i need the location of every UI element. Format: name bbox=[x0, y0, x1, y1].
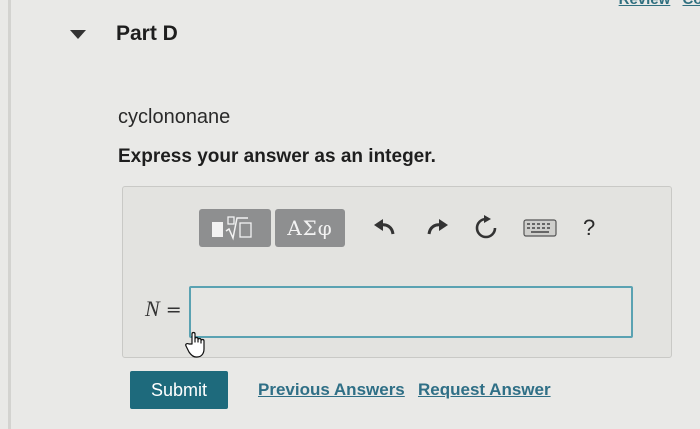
templates-button[interactable] bbox=[199, 209, 271, 247]
reset-icon[interactable] bbox=[473, 215, 499, 241]
equals-sign: = bbox=[159, 299, 182, 321]
help-button[interactable]: ? bbox=[583, 215, 595, 241]
previous-answers-link[interactable]: Previous Answers bbox=[258, 380, 405, 400]
undo-icon[interactable] bbox=[373, 218, 399, 238]
instructions: Express your answer as an integer. bbox=[118, 146, 436, 167]
request-answer-link[interactable]: Request Answer bbox=[418, 380, 551, 400]
part-header: Part D bbox=[70, 22, 178, 46]
left-divider bbox=[8, 0, 11, 429]
submit-button[interactable]: Submit bbox=[130, 371, 228, 409]
symbols-button[interactable]: ΑΣφ bbox=[275, 209, 345, 247]
math-toolbar: ΑΣφ ? bbox=[199, 209, 595, 247]
collapse-triangle-icon[interactable] bbox=[70, 29, 86, 39]
redo-icon[interactable] bbox=[423, 218, 449, 238]
part-title: Part D bbox=[116, 22, 178, 45]
answer-input[interactable] bbox=[189, 286, 633, 338]
templates-icon bbox=[212, 216, 252, 241]
keyboard-icon[interactable] bbox=[523, 219, 557, 237]
cons-link[interactable]: Cons bbox=[683, 0, 700, 8]
variable-label: N = bbox=[145, 296, 182, 322]
hand-cursor-icon bbox=[185, 331, 205, 358]
top-nav: Review Cons bbox=[611, 0, 700, 8]
question-text: cyclononane bbox=[118, 106, 231, 128]
variable-name: N bbox=[145, 296, 160, 321]
review-link[interactable]: Review bbox=[619, 0, 671, 8]
